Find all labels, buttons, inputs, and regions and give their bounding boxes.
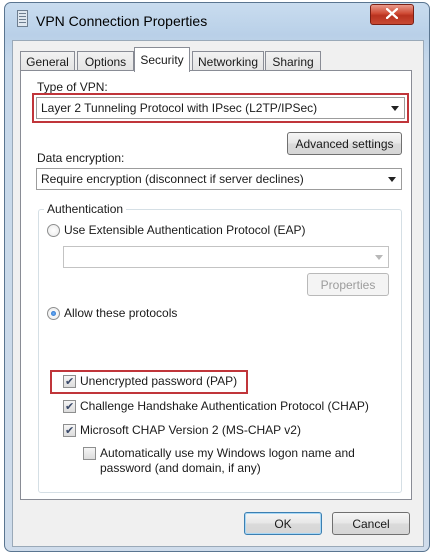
tab-label: General xyxy=(26,55,69,69)
window-title: VPN Connection Properties xyxy=(36,13,208,29)
tab-networking[interactable]: Networking xyxy=(192,51,264,72)
network-connection-icon xyxy=(17,10,28,27)
chap-checkbox[interactable]: ✔ xyxy=(63,400,76,413)
auto-logon-checkbox[interactable] xyxy=(83,447,96,460)
mschapv2-checkbox[interactable]: ✔ xyxy=(63,424,76,437)
pap-checkbox[interactable]: ✔ xyxy=(63,375,76,388)
tab-label: Networking xyxy=(197,55,259,69)
checkmark-icon: ✔ xyxy=(65,376,75,388)
checkmark-icon: ✔ xyxy=(65,401,75,413)
eap-method-select[interactable] xyxy=(63,246,389,268)
tab-sharing[interactable]: Sharing xyxy=(265,51,321,72)
tab-label: Sharing xyxy=(272,55,314,69)
properties-button[interactable]: Properties xyxy=(307,273,389,296)
auto-logon-label-line2: password (and domain, if any) xyxy=(100,461,261,475)
allow-protocols-label: Allow these protocols xyxy=(64,306,178,320)
eap-radio[interactable] xyxy=(47,224,60,237)
auto-logon-label-line1: Automatically use my Windows logon name … xyxy=(100,446,355,460)
authentication-group-title: Authentication xyxy=(44,202,127,216)
mschapv2-label: Microsoft CHAP Version 2 (MS-CHAP v2) xyxy=(80,423,301,437)
advanced-settings-button[interactable]: Advanced settings xyxy=(287,132,402,155)
chap-label: Challenge Handshake Authentication Proto… xyxy=(80,399,369,413)
vpn-type-value: Layer 2 Tunneling Protocol with IPsec (L… xyxy=(41,101,318,115)
chevron-down-icon xyxy=(388,177,396,182)
tab-label: Options xyxy=(84,55,127,69)
vpn-type-select[interactable]: Layer 2 Tunneling Protocol with IPsec (L… xyxy=(36,97,405,119)
data-encryption-label: Data encryption: xyxy=(37,151,125,165)
tab-options[interactable]: Options xyxy=(77,51,134,72)
ok-label: OK xyxy=(274,516,292,531)
data-encryption-value: Require encryption (disconnect if server… xyxy=(41,172,304,186)
properties-label: Properties xyxy=(320,277,376,292)
data-encryption-select[interactable]: Require encryption (disconnect if server… xyxy=(36,168,402,190)
close-icon xyxy=(385,7,399,22)
checkmark-icon: ✔ xyxy=(65,425,75,437)
pap-label: Unencrypted password (PAP) xyxy=(80,374,238,388)
ok-button[interactable]: OK xyxy=(244,512,322,535)
tab-security[interactable]: Security xyxy=(134,47,190,72)
radio-selected-dot xyxy=(51,311,56,316)
cancel-button[interactable]: Cancel xyxy=(332,512,410,535)
allow-protocols-radio[interactable] xyxy=(47,307,60,320)
tab-label: Security xyxy=(140,53,184,67)
eap-radio-label: Use Extensible Authentication Protocol (… xyxy=(64,223,306,237)
chevron-down-icon xyxy=(391,106,399,111)
chevron-down-icon xyxy=(375,255,383,260)
close-button[interactable] xyxy=(370,4,414,25)
type-of-vpn-label: Type of VPN: xyxy=(37,80,108,94)
advanced-settings-label: Advanced settings xyxy=(295,136,394,151)
cancel-label: Cancel xyxy=(352,516,390,531)
tab-general[interactable]: General xyxy=(20,51,75,72)
